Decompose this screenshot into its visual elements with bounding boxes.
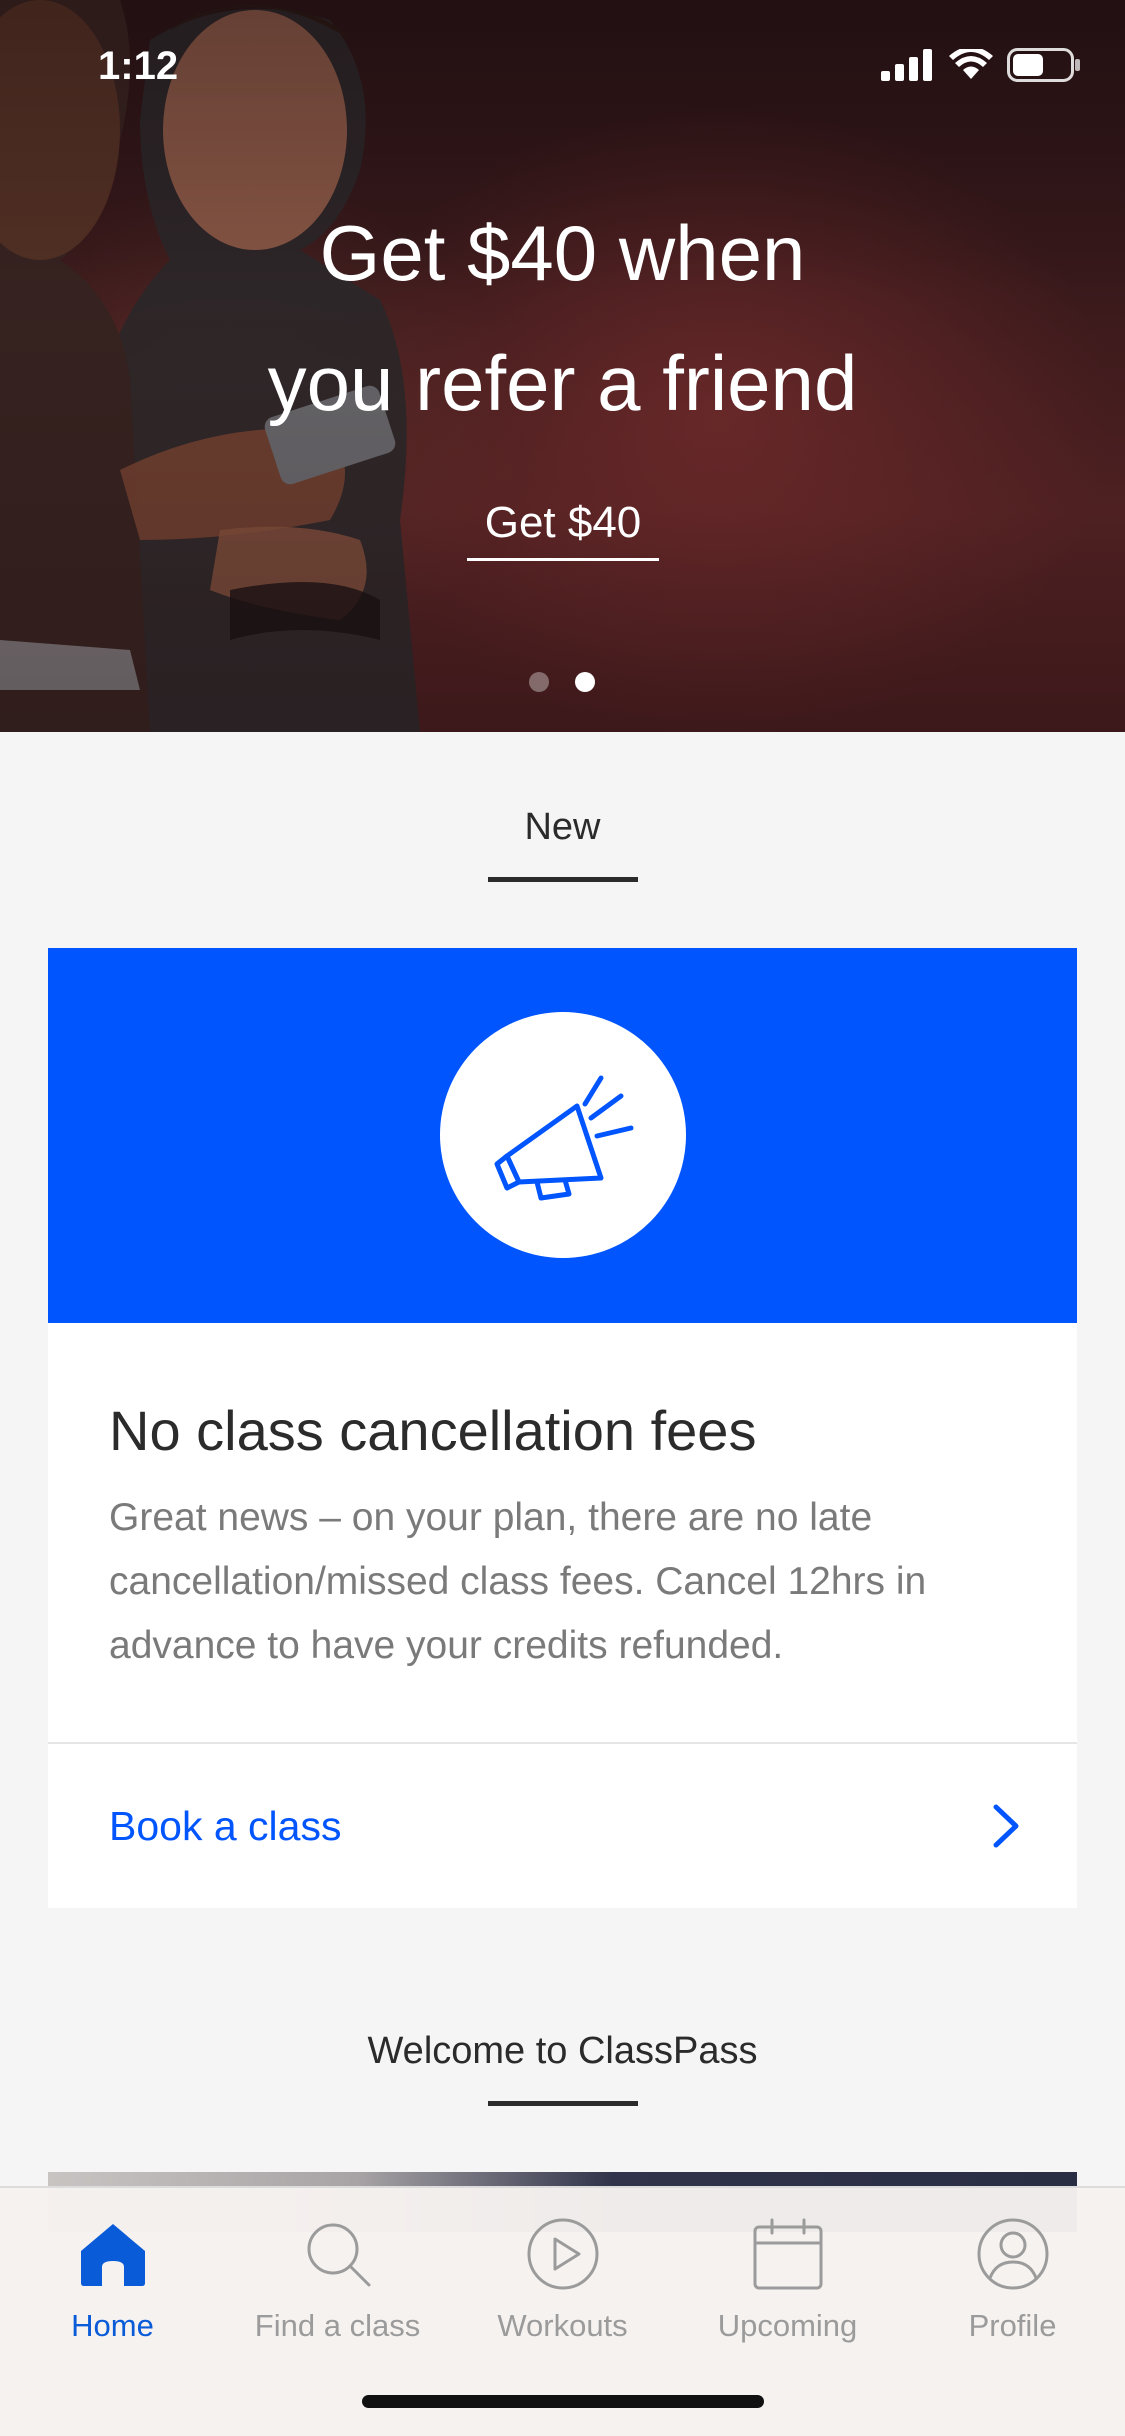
status-time: 1:12 — [98, 44, 179, 88]
card-title: No class cancellation fees — [109, 1399, 757, 1462]
search-icon — [307, 2223, 370, 2287]
card-body: Great news – on your plan, there are no … — [109, 1496, 927, 1667]
carousel-dot[interactable] — [529, 672, 549, 692]
profile-icon — [977, 2218, 1048, 2290]
cellular-signal-icon — [881, 49, 932, 81]
calendar-icon — [753, 2218, 822, 2290]
battery-icon — [1007, 48, 1080, 82]
megaphone-icon — [494, 1075, 634, 1201]
section-heading-new: New — [524, 806, 601, 848]
book-a-class-row[interactable]: Book a class — [48, 1742, 1077, 1908]
get-40-link[interactable]: Get $40 — [467, 498, 659, 561]
card-banner — [48, 948, 1077, 1323]
tab-label: Workouts — [497, 2308, 628, 2343]
tab-home[interactable]: Home — [0, 2188, 225, 2368]
tab-label: Home — [71, 2308, 154, 2343]
status-bar: 1:12 — [0, 0, 1125, 132]
play-circle-icon — [527, 2218, 598, 2290]
tab-label: Profile — [968, 2308, 1057, 2343]
new-section-header: New — [0, 806, 1125, 882]
hero-banner[interactable]: 1:12 Get $40 when you refer a friend Get… — [0, 0, 1125, 732]
carousel-pagination[interactable] — [529, 672, 595, 692]
tab-label: Find a class — [254, 2308, 421, 2343]
icon-circle — [440, 1012, 686, 1258]
announcement-card: No class cancellation fees Great news – … — [48, 948, 1077, 1908]
home-indicator[interactable] — [362, 2395, 764, 2408]
section-underline — [487, 877, 638, 882]
hero-title: Get $40 when you refer a friend — [0, 188, 1125, 448]
tab-find-a-class[interactable]: Find a class — [225, 2188, 450, 2368]
book-a-class-link[interactable]: Book a class — [109, 1803, 341, 1850]
wifi-icon — [949, 49, 993, 79]
hero-title-line-1: Get $40 when — [319, 209, 806, 297]
welcome-section-header: Welcome to ClassPass — [0, 2030, 1125, 2106]
tab-profile[interactable]: Profile — [900, 2188, 1125, 2368]
section-underline — [487, 2101, 638, 2106]
tab-workouts[interactable]: Workouts — [450, 2188, 675, 2368]
tab-label: Upcoming — [717, 2308, 858, 2343]
hero-title-line-2: you refer a friend — [267, 339, 858, 427]
tab-upcoming[interactable]: Upcoming — [675, 2188, 900, 2368]
home-icon — [80, 2224, 145, 2286]
chevron-right-icon[interactable] — [991, 1803, 1021, 1849]
carousel-dot-active[interactable] — [575, 672, 595, 692]
section-heading-welcome: Welcome to ClassPass — [367, 2030, 758, 2072]
